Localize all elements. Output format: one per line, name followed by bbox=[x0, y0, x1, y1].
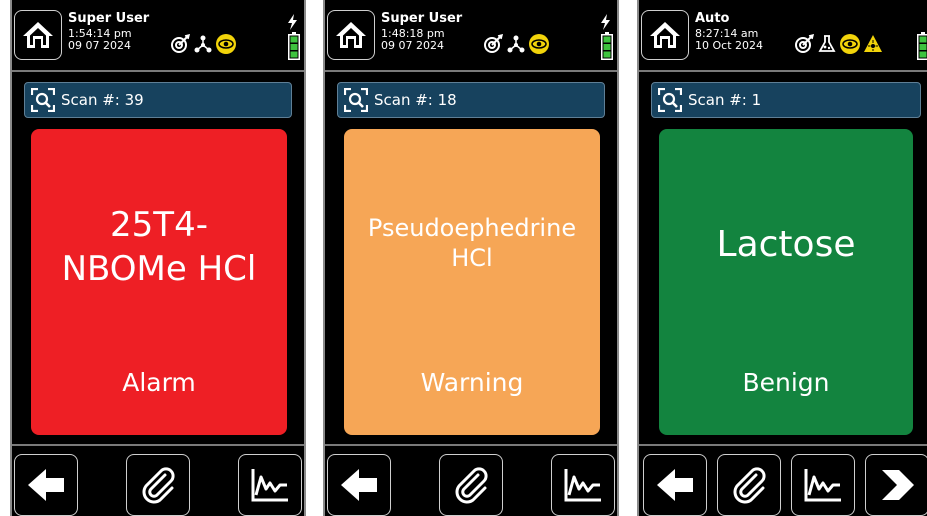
bottom-nav bbox=[639, 444, 927, 516]
molecule-icon bbox=[194, 35, 212, 53]
target-icon bbox=[795, 34, 814, 53]
back-button[interactable] bbox=[14, 454, 78, 516]
device-screen-2: Super User 1:48:18 pm 09 07 2024 Scan #:… bbox=[323, 0, 619, 516]
paperclip-icon bbox=[455, 467, 488, 504]
next-button[interactable] bbox=[865, 454, 927, 516]
device-screen-1: Super User 1:54:14 pm 09 07 2024 Scan #:… bbox=[10, 0, 306, 516]
back-button[interactable] bbox=[327, 454, 391, 516]
status-icons bbox=[483, 34, 549, 54]
status-icons bbox=[794, 34, 883, 54]
bottom-nav bbox=[12, 444, 304, 516]
scan-number-label: Scan #: 18 bbox=[374, 91, 457, 109]
flask-icon bbox=[818, 35, 836, 52]
user-name: Super User bbox=[68, 11, 150, 26]
compound-name: Lactose bbox=[716, 224, 856, 265]
forward-chevron-icon bbox=[882, 470, 914, 500]
spectrum-button[interactable] bbox=[791, 454, 855, 516]
scan-number-label: Scan #: 39 bbox=[61, 91, 144, 109]
device-screen-3: Auto 8:27:14 am 10 Oct 2024 Scan #: 1 La… bbox=[637, 0, 927, 516]
laser-warning-icon bbox=[864, 35, 882, 52]
target-icon bbox=[484, 34, 503, 53]
result-card-warning: Pseudoephedrine HCl Warning bbox=[344, 129, 600, 435]
battery-icon bbox=[601, 32, 613, 60]
back-button[interactable] bbox=[643, 454, 707, 516]
spectrum-chart-icon bbox=[251, 469, 288, 502]
home-button[interactable] bbox=[327, 10, 375, 60]
back-arrow-icon bbox=[341, 469, 377, 501]
home-icon bbox=[23, 22, 53, 48]
result-level: Alarm bbox=[122, 368, 196, 397]
paperclip-icon bbox=[142, 467, 175, 504]
compound-name: 25T4- NBOMe HCl bbox=[61, 205, 257, 289]
status-bar: Super User 1:54:14 pm 09 07 2024 bbox=[12, 0, 304, 72]
scan-search-icon bbox=[658, 88, 682, 112]
attachment-button[interactable] bbox=[126, 454, 190, 516]
result-card-benign: Lactose Benign bbox=[659, 129, 913, 435]
home-icon bbox=[336, 22, 366, 48]
charging-bolt-icon bbox=[288, 14, 297, 30]
compound-name: Pseudoephedrine HCl bbox=[367, 214, 577, 272]
spectrum-chart-icon bbox=[804, 469, 841, 502]
result-level: Benign bbox=[742, 368, 830, 397]
status-bar: Auto 8:27:14 am 10 Oct 2024 bbox=[639, 0, 927, 72]
scan-number-label: Scan #: 1 bbox=[688, 91, 762, 109]
back-arrow-icon bbox=[28, 469, 64, 501]
scan-number-bar: Scan #: 1 bbox=[651, 82, 921, 118]
eye-icon bbox=[529, 34, 549, 54]
spectrum-button[interactable] bbox=[551, 454, 615, 516]
molecule-icon bbox=[507, 35, 525, 53]
scan-number-bar: Scan #: 39 bbox=[24, 82, 292, 118]
eye-icon bbox=[840, 34, 860, 54]
status-icons bbox=[170, 34, 236, 54]
spectrum-chart-icon bbox=[564, 469, 601, 502]
user-name: Auto bbox=[695, 11, 730, 26]
battery-icon bbox=[917, 32, 927, 60]
attachment-button[interactable] bbox=[439, 454, 503, 516]
paperclip-icon bbox=[733, 467, 766, 504]
result-level: Warning bbox=[420, 368, 524, 397]
scan-search-icon bbox=[31, 88, 55, 112]
status-bar: Super User 1:48:18 pm 09 07 2024 bbox=[325, 0, 617, 72]
battery-icon bbox=[288, 32, 300, 60]
back-arrow-icon bbox=[657, 469, 693, 501]
scan-search-icon bbox=[344, 88, 368, 112]
charging-bolt-icon bbox=[601, 14, 610, 30]
bottom-nav bbox=[325, 444, 617, 516]
spectrum-button[interactable] bbox=[238, 454, 302, 516]
attachment-button[interactable] bbox=[717, 454, 781, 516]
home-icon bbox=[650, 22, 680, 48]
user-name: Super User bbox=[381, 11, 463, 26]
home-button[interactable] bbox=[14, 10, 62, 60]
clock-date: 09 07 2024 bbox=[68, 39, 131, 52]
home-button[interactable] bbox=[641, 10, 689, 60]
scan-number-bar: Scan #: 18 bbox=[337, 82, 605, 118]
clock-date: 09 07 2024 bbox=[381, 39, 444, 52]
eye-icon bbox=[216, 34, 236, 54]
result-card-alarm: 25T4- NBOMe HCl Alarm bbox=[31, 129, 287, 435]
clock-date: 10 Oct 2024 bbox=[695, 39, 764, 52]
target-icon bbox=[171, 34, 190, 53]
